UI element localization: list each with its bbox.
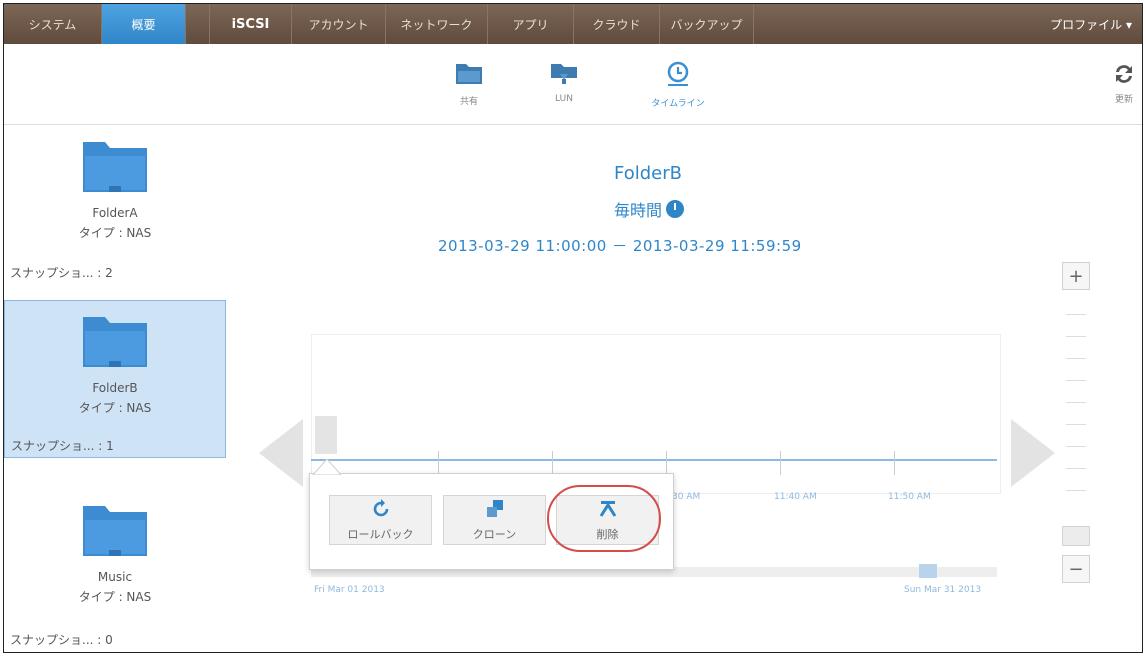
nav-filler xyxy=(754,4,1050,44)
folder-icon xyxy=(79,311,151,375)
toolbar: 共有 LUN タイムライン 更新 xyxy=(4,44,1142,125)
timeline-next-arrow[interactable] xyxy=(1011,419,1055,487)
scroll-start-date: Fri Mar 01 2013 xyxy=(314,585,385,595)
delete-highlight-circle xyxy=(547,485,661,552)
time-range: 2013-03-29 11:00:00 － 2013-03-29 11:59:5… xyxy=(438,237,802,255)
volume-name: FolderB xyxy=(92,381,138,395)
timeline-tick xyxy=(780,451,781,475)
nav-network[interactable]: ネットワーク xyxy=(386,4,488,44)
timeline-tick xyxy=(438,451,439,475)
zoom-level-line xyxy=(1066,402,1086,403)
lun-tool[interactable]: LUN xyxy=(524,60,604,104)
folder-icon xyxy=(79,500,151,564)
volume-item-music[interactable]: Music タイプ : NAS スナップショ... : 0 xyxy=(4,490,226,648)
clone-icon xyxy=(485,499,505,523)
zoom-level-line xyxy=(1066,468,1086,469)
timeline-tool[interactable]: タイムライン xyxy=(638,60,718,109)
zoom-level-line xyxy=(1066,424,1086,425)
nav-overview[interactable]: 概要 xyxy=(102,4,186,44)
lun-label: LUN xyxy=(555,94,573,104)
volume-name: Music xyxy=(97,570,133,584)
zoom-slider-handle[interactable] xyxy=(1062,526,1090,546)
volume-snapshots: スナップショ... : 2 xyxy=(10,266,113,280)
timeline-area xyxy=(311,334,1001,494)
volume-item-foldera[interactable]: FolderA タイプ : NAS スナップショ... : 2 xyxy=(4,126,226,284)
scroll-end-date: Sun Mar 31 2013 xyxy=(904,585,982,595)
folder-icon xyxy=(79,136,151,200)
volume-snapshots: スナップショ... : 1 xyxy=(11,439,114,453)
nav-accounts[interactable]: アカウント xyxy=(292,4,386,44)
timeline-label: タイムライン xyxy=(651,99,705,109)
refresh-icon xyxy=(1112,62,1136,90)
profile-menu[interactable]: プロファイル ▾ xyxy=(1050,4,1142,44)
frequency-label: 毎時間 xyxy=(614,201,663,220)
nav-system[interactable]: システム xyxy=(4,4,102,44)
snapshot-marker[interactable] xyxy=(315,416,337,454)
nav-backup[interactable]: バックアップ xyxy=(660,4,754,44)
zoom-in-button[interactable]: + xyxy=(1062,262,1090,290)
volume-list: FolderA タイプ : NAS スナップショ... : 2 FolderB … xyxy=(4,126,226,652)
share-tool[interactable]: 共有 xyxy=(429,60,509,107)
timeline-prev-arrow[interactable] xyxy=(259,419,303,487)
lun-icon xyxy=(549,60,579,90)
timeline-scroll-thumb[interactable] xyxy=(919,564,937,578)
frequency-clock-icon[interactable] xyxy=(666,200,685,218)
timeline-clock-icon xyxy=(664,60,692,92)
app-window: システム 概要 iSCSI アカウント ネットワーク アプリ クラウド バックア… xyxy=(3,3,1143,653)
volume-item-folderb[interactable]: FolderB タイプ : NAS スナップショ... : 1 xyxy=(4,300,226,458)
volume-type: タイプ : NAS xyxy=(78,590,152,604)
timeline-tick-label: 11:50 AM xyxy=(888,492,931,502)
clone-button[interactable]: クローン xyxy=(443,495,546,545)
zoom-level-line xyxy=(1066,314,1086,315)
top-navigation: システム 概要 iSCSI アカウント ネットワーク アプリ クラウド バックア… xyxy=(4,4,1142,44)
popup-caret xyxy=(313,459,341,475)
timeline-tick xyxy=(666,451,667,475)
zoom-level-line xyxy=(1066,446,1086,447)
volume-type: タイプ : NAS xyxy=(78,226,152,240)
snapshot-frequency: 毎時間 xyxy=(614,197,685,221)
rollback-label: ロールバック xyxy=(347,527,414,541)
share-label: 共有 xyxy=(459,97,478,107)
rollback-button[interactable]: ロールバック xyxy=(329,495,432,545)
volume-name: FolderA xyxy=(92,206,138,220)
volume-snapshots: スナップショ... : 0 xyxy=(10,633,113,647)
nav-iscsi[interactable]: iSCSI xyxy=(210,4,292,44)
zoom-level-line xyxy=(1066,490,1086,491)
nav-spacer-cell xyxy=(186,4,210,44)
timeline-tick-label: 11:40 AM xyxy=(774,492,817,502)
volume-type: タイプ : NAS xyxy=(78,401,152,415)
timeline-tick-label: 30 AM xyxy=(672,492,701,502)
clone-label: クローン xyxy=(472,527,517,541)
zoom-out-button[interactable]: − xyxy=(1062,555,1090,583)
zoom-level-line xyxy=(1066,358,1086,359)
refresh-label: 更新 xyxy=(1114,95,1133,105)
zoom-level-line xyxy=(1066,336,1086,337)
refresh-button[interactable]: 更新 xyxy=(1112,62,1136,105)
timeline-tick xyxy=(894,451,895,475)
zoom-level-line xyxy=(1066,380,1086,381)
nav-cloud[interactable]: クラウド xyxy=(574,4,660,44)
share-folder-icon xyxy=(454,60,484,90)
folder-title: FolderB xyxy=(614,163,682,184)
rollback-icon xyxy=(371,498,391,523)
timeline-tick xyxy=(552,451,553,475)
nav-apps[interactable]: アプリ xyxy=(488,4,574,44)
